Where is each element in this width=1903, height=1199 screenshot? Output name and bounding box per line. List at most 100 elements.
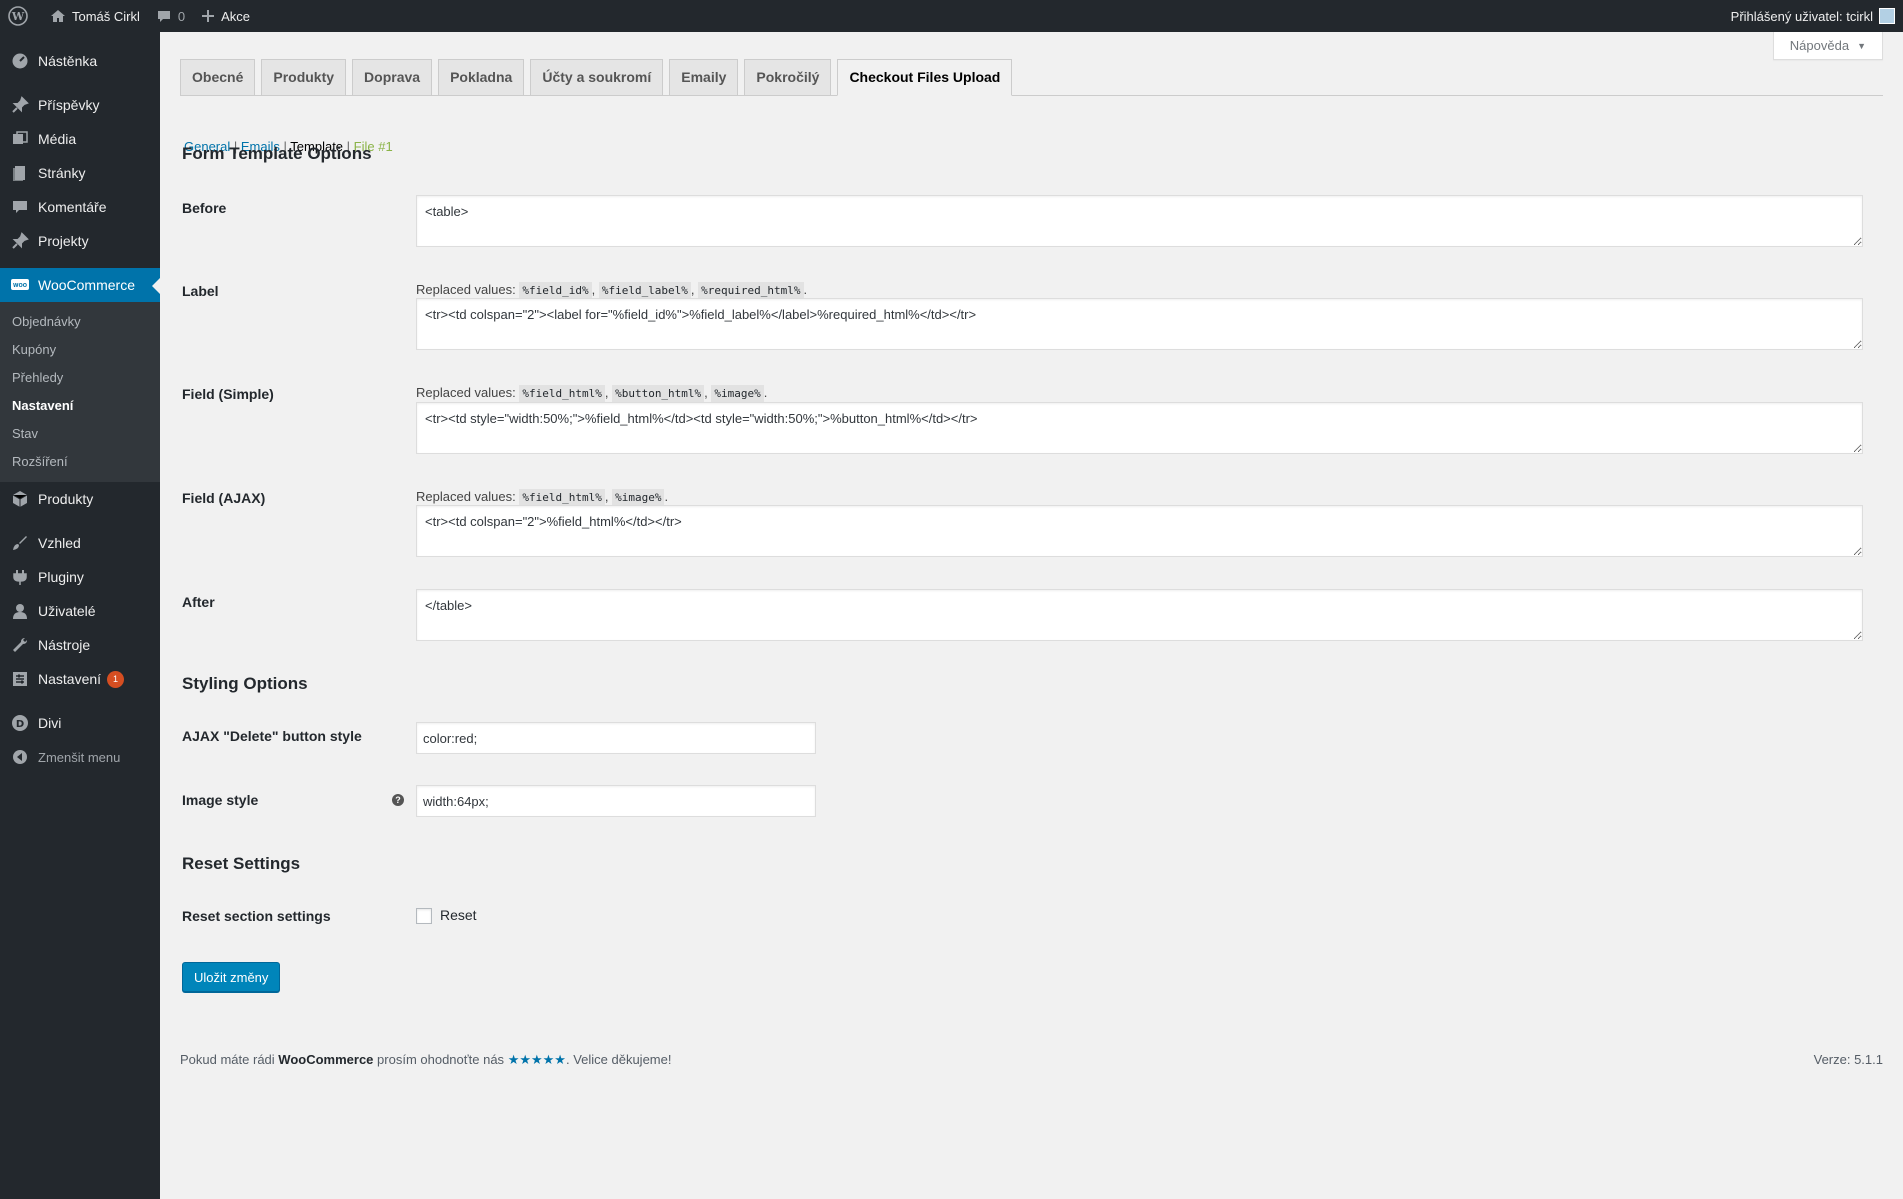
reset-heading: Reset Settings xyxy=(182,854,301,873)
site-name-link[interactable]: Tomáš Cirkl xyxy=(42,0,148,32)
help-tab-button[interactable]: Nápověda ▼ xyxy=(1772,32,1883,60)
plus-icon xyxy=(202,10,215,22)
tab-accounts-privacy[interactable]: Účty a soukromí xyxy=(530,59,664,95)
divi-icon: D xyxy=(10,713,30,733)
menu-settings[interactable]: Nastavení 1 xyxy=(0,662,160,696)
howdy-text: Přihlášený uživatel: tcirkl xyxy=(1730,8,1873,24)
after-label: After xyxy=(182,594,215,610)
menu-label: Zmenšit menu xyxy=(38,749,121,765)
field-simple-description: Replaced values: %field_html%, %button_h… xyxy=(416,385,768,402)
code-tag: %image% xyxy=(711,385,764,402)
media-icon xyxy=(10,129,30,149)
help-tip-icon[interactable]: ? xyxy=(392,794,404,806)
save-changes-button[interactable]: Uložit změny xyxy=(182,962,281,992)
label-label: Label xyxy=(182,283,219,299)
reset-checkbox[interactable] xyxy=(416,908,432,924)
tab-advanced[interactable]: Pokročilý xyxy=(744,59,832,95)
code-tag: %image% xyxy=(612,489,665,506)
user-icon xyxy=(10,601,30,621)
menu-tools[interactable]: Nástroje xyxy=(0,628,160,662)
update-count-badge: 1 xyxy=(107,670,125,688)
styling-heading: Styling Options xyxy=(182,674,308,693)
menu-label: Projekty xyxy=(38,233,89,249)
menu-divi[interactable]: D Divi xyxy=(0,706,160,740)
image-style-input[interactable] xyxy=(416,785,816,817)
submenu-orders[interactable]: Objednávky xyxy=(0,308,160,336)
brush-icon xyxy=(10,533,30,553)
wrench-icon xyxy=(10,635,30,655)
comment-icon xyxy=(157,11,170,22)
before-textarea[interactable]: <table> xyxy=(416,195,1863,247)
code-tag: %button_html% xyxy=(612,385,705,402)
tab-emails[interactable]: Emaily xyxy=(669,59,739,95)
delete-button-style-label: AJAX "Delete" button style xyxy=(182,728,362,744)
new-content-menu[interactable]: Akce xyxy=(193,0,258,32)
collapse-icon xyxy=(10,747,30,767)
replaced-prefix: Replaced values: xyxy=(416,385,516,400)
collapse-menu-button[interactable]: Zmenšit menu xyxy=(0,740,160,774)
menu-dashboard[interactable]: Nástěnka xyxy=(0,44,160,78)
code-tag: %field_label% xyxy=(598,282,691,299)
menu-comments[interactable]: Komentáře xyxy=(0,190,160,224)
submenu-status[interactable]: Stav xyxy=(0,420,160,448)
menu-projects[interactable]: Projekty xyxy=(0,224,160,258)
menu-plugins[interactable]: Pluginy xyxy=(0,560,160,594)
tab-products[interactable]: Produkty xyxy=(261,59,347,95)
label-description: Replaced values: %field_id%, %field_labe… xyxy=(416,282,808,299)
caret-down-icon: ▼ xyxy=(1857,40,1866,51)
admin-bar: W Tomáš Cirkl 0 Akce Přihlášený uživatel… xyxy=(0,0,1903,32)
rating-stars-link[interactable]: ★★★★★ xyxy=(508,1052,566,1067)
after-textarea[interactable]: </table> xyxy=(416,589,1863,641)
site-name: Tomáš Cirkl xyxy=(72,8,140,24)
menu-pages[interactable]: Stránky xyxy=(0,156,160,190)
menu-label: Nastavení xyxy=(38,671,102,687)
svg-text:WOO: WOO xyxy=(13,283,27,289)
menu-label: Nástěnka xyxy=(38,53,98,69)
tab-shipping[interactable]: Doprava xyxy=(352,59,433,95)
comments-link[interactable]: 0 xyxy=(148,0,193,32)
delete-button-style-input[interactable] xyxy=(416,722,816,754)
code-tag: %field_html% xyxy=(519,489,605,506)
menu-products[interactable]: Produkty xyxy=(0,482,160,516)
reset-checkbox-label[interactable]: Reset xyxy=(440,907,477,923)
menu-label: Stránky xyxy=(38,165,86,181)
main-content: Nápověda ▼ Obecné Produkty Doprava Pokla… xyxy=(160,32,1903,1199)
code-tag: %required_html% xyxy=(698,282,804,299)
menu-users[interactable]: Uživatelé xyxy=(0,594,160,628)
submenu-extensions[interactable]: Rozšíření xyxy=(0,448,160,476)
admin-sidebar: Nástěnka Příspěvky Média Stránky Komentá… xyxy=(0,32,160,1199)
menu-appearance[interactable]: Vzhled xyxy=(0,526,160,560)
code-tag: %field_id% xyxy=(519,282,592,299)
footer-text: Pokud máte rádi xyxy=(180,1052,275,1067)
tab-checkout[interactable]: Pokladna xyxy=(438,59,525,95)
reset-section-label: Reset section settings xyxy=(182,908,331,924)
box-icon xyxy=(10,489,30,509)
footer-version: Verze: 5.1.1 xyxy=(1813,1052,1883,1067)
footer-brand: WooCommerce xyxy=(278,1052,374,1067)
menu-label: Uživatelé xyxy=(38,603,96,619)
home-icon xyxy=(51,10,65,22)
my-account-menu[interactable]: Přihlášený uživatel: tcirkl xyxy=(1723,0,1903,32)
submenu-settings[interactable]: Nastavení xyxy=(0,392,160,420)
comments-count: 0 xyxy=(177,8,186,24)
wp-logo-menu[interactable]: W xyxy=(0,0,42,32)
menu-label: Produkty xyxy=(38,491,94,507)
menu-media[interactable]: Média xyxy=(0,122,160,156)
submenu-reports[interactable]: Přehledy xyxy=(0,364,160,392)
menu-posts[interactable]: Příspěvky xyxy=(0,88,160,122)
menu-woocommerce[interactable]: WOO WooCommerce xyxy=(0,268,160,302)
svg-text:W: W xyxy=(11,10,25,23)
tab-general[interactable]: Obecné xyxy=(180,59,256,95)
avatar xyxy=(1879,8,1895,24)
menu-label: Divi xyxy=(38,715,62,731)
field-ajax-textarea[interactable]: <tr><td colspan="2">%field_html%</td></t… xyxy=(416,505,1863,557)
field-simple-textarea[interactable]: <tr><td style="width:50%;">%field_html%<… xyxy=(416,402,1863,454)
submenu-coupons[interactable]: Kupóny xyxy=(0,336,160,364)
svg-text:D: D xyxy=(16,719,24,730)
woo-icon: WOO xyxy=(10,275,30,295)
tab-checkout-files-upload[interactable]: Checkout Files Upload xyxy=(837,59,1013,96)
pin-icon xyxy=(10,231,30,251)
new-label: Akce xyxy=(221,8,251,24)
label-textarea[interactable]: <tr><td colspan="2"><label for="%field_i… xyxy=(416,298,1863,350)
help-tab-label: Nápověda xyxy=(1789,38,1850,53)
